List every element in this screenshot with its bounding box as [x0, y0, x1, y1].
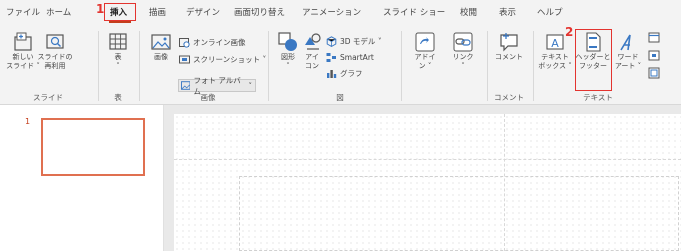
group-label-images: 画像 — [200, 93, 216, 102]
tab-home[interactable]: ホーム — [46, 6, 71, 18]
group-divider — [98, 31, 99, 101]
picture-button[interactable]: 画像 — [147, 31, 175, 62]
tab-transitions[interactable]: 画面切り替え — [234, 6, 285, 18]
reuse-slide-icon — [46, 34, 64, 49]
tab-animations[interactable]: アニメーション — [302, 6, 361, 18]
comment-button[interactable]: コメント — [494, 31, 524, 62]
group-label-illustrations: 図 — [336, 93, 344, 102]
editor-area: 1 — [0, 105, 681, 251]
step-marker-2: 2 — [565, 25, 574, 39]
photo-album-icon — [181, 81, 191, 90]
screenshot-button[interactable]: スクリーンショット ˅ — [179, 54, 266, 65]
slide-thumbnail-pane: 1 — [0, 105, 164, 251]
cube-icon — [326, 36, 337, 47]
slide-number-icon[interactable] — [648, 49, 660, 61]
highlight-header-footer — [575, 29, 612, 91]
group-label-comments: コメント — [494, 93, 524, 102]
addins-button[interactable]: アドイ ン ˅ — [410, 31, 440, 71]
screenshot-icon — [179, 55, 190, 64]
shapes-icon — [278, 32, 297, 51]
3d-models-button[interactable]: 3D モデル ˅ — [326, 36, 382, 47]
slide-canvas[interactable] — [174, 114, 681, 251]
active-tab-indicator — [109, 21, 131, 23]
smartart-icon — [326, 53, 336, 62]
icons-button[interactable]: アイ コン — [300, 31, 324, 71]
wordart-button[interactable]: ワード アート ˅ — [613, 31, 643, 71]
comment-icon — [500, 33, 518, 52]
shapes-button[interactable]: 図形 ˅ — [276, 31, 300, 71]
photo-album-dropdown[interactable]: フォト アルバム ˅ — [178, 76, 256, 96]
object-icon[interactable] — [648, 67, 660, 79]
group-divider — [139, 31, 140, 101]
table-icon — [109, 33, 127, 50]
new-slide-icon — [14, 32, 32, 51]
group-label-tables: 表 — [114, 93, 122, 102]
textbox-icon: A — [546, 34, 564, 50]
slide-thumbnail[interactable] — [41, 118, 145, 176]
group-label-slides: スライド — [33, 93, 63, 102]
highlight-insert-tab — [104, 3, 136, 21]
slide-number: 1 — [25, 117, 31, 126]
group-divider — [487, 31, 488, 101]
table-button[interactable]: 表 ˅ — [106, 31, 130, 71]
horizontal-guide — [174, 159, 681, 160]
link-button[interactable]: リンク ˅ — [448, 31, 478, 71]
date-time-icon[interactable] — [648, 31, 660, 43]
tab-view[interactable]: 表示 — [499, 6, 516, 18]
link-icon — [453, 32, 473, 52]
tab-design[interactable]: デザイン — [186, 6, 220, 18]
icons-icon — [305, 33, 321, 50]
reuse-slide-button[interactable]: スライドの 再利用 — [38, 31, 73, 71]
wordart-icon — [620, 34, 631, 51]
online-pictures-icon — [179, 38, 190, 48]
picture-icon — [151, 34, 171, 50]
online-pictures-button[interactable]: オンライン画像 — [179, 37, 246, 48]
svg-text:A: A — [551, 37, 559, 50]
group-divider — [401, 31, 402, 101]
tab-slideshow[interactable]: スライド ショー — [383, 6, 445, 18]
tab-review[interactable]: 校閲 — [460, 6, 477, 18]
tab-help[interactable]: ヘルプ — [537, 6, 563, 18]
tab-file[interactable]: ファイル — [6, 6, 40, 18]
group-divider — [533, 31, 534, 101]
title-placeholder[interactable] — [239, 176, 679, 251]
tab-draw[interactable]: 描画 — [149, 6, 166, 18]
chevron-down-icon: ˅ — [248, 81, 253, 90]
group-label-text: テキスト — [583, 93, 613, 102]
new-slide-button[interactable]: 新しい スライド ˅ — [6, 31, 40, 71]
chart-icon — [327, 70, 337, 78]
chart-button[interactable]: グラフ — [326, 68, 363, 79]
addins-icon — [415, 32, 435, 52]
group-divider — [268, 31, 269, 101]
smartart-button[interactable]: SmartArt — [326, 52, 374, 63]
